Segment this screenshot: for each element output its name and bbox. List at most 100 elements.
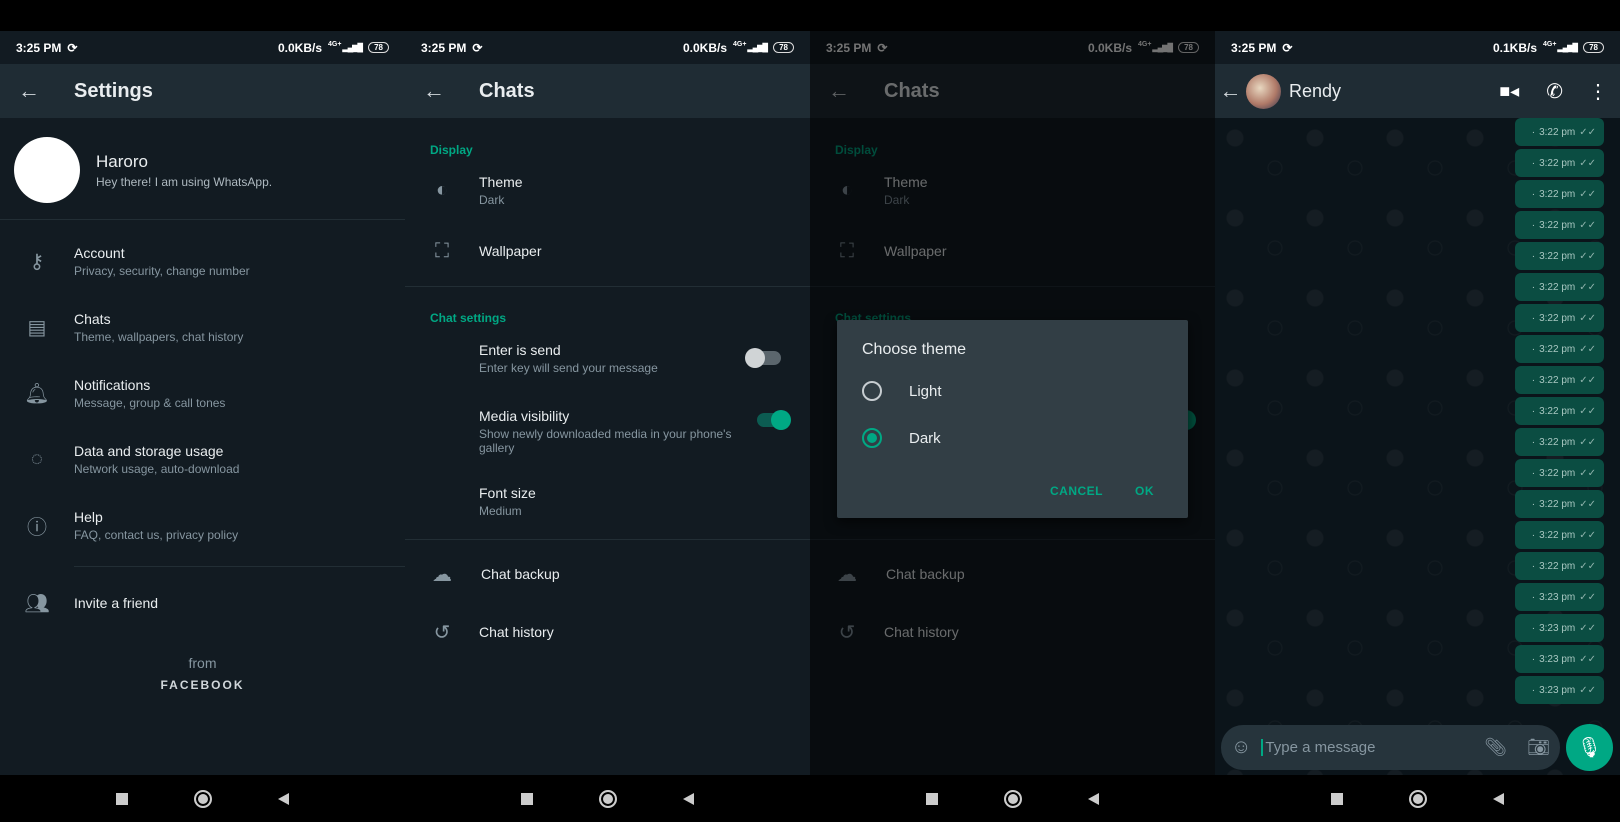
message-bubble[interactable]: · 3:22 pm ✓✓ — [1515, 242, 1604, 270]
theme-setting[interactable]: ◐ Theme Dark — [405, 161, 810, 219]
enter-is-send-setting[interactable]: Enter is send Enter key will send your me… — [405, 329, 810, 387]
settings-item-notifications[interactable]: 🔔︎ Notifications Message, group & call ton… — [0, 364, 405, 422]
profile-row[interactable]: Haroro Hey there! I am using WhatsApp. — [14, 137, 272, 203]
message-bubble[interactable]: · 3:22 pm ✓✓ — [1515, 459, 1604, 487]
settings-item-chats[interactable]: ▤ Chats Theme, wallpapers, chat history — [0, 298, 405, 356]
enter-is-send-toggle[interactable] — [745, 348, 781, 368]
page-title: Chats — [479, 79, 535, 102]
recents-icon[interactable] — [926, 792, 938, 805]
message-bubble[interactable]: · 3:22 pm ✓✓ — [1515, 428, 1604, 456]
recents-icon[interactable] — [116, 792, 128, 805]
wallpaper-setting[interactable]: ⛶ Wallpaper — [405, 222, 810, 280]
message-bubble[interactable]: · 3:22 pm ✓✓ — [1515, 180, 1604, 208]
contact-avatar[interactable] — [1246, 73, 1281, 109]
double-check-icon: ✓✓ — [1579, 591, 1596, 603]
message-bubble[interactable]: · 3:23 pm ✓✓ — [1515, 583, 1604, 611]
theme-option-dark[interactable]: Dark — [862, 428, 941, 448]
back-arrow-icon[interactable]: ← — [1215, 78, 1246, 104]
nav-bar — [810, 775, 1215, 822]
back-nav-icon[interactable] — [1493, 792, 1504, 805]
chat-area[interactable]: · 3:22 pm ✓✓ · 3:22 pm ✓✓ · 3:22 pm ✓✓ · 3:22 pm ✓✓… — [1215, 118, 1620, 775]
settings-item-data-storage[interactable]: ◌ Data and storage usage Network usage, au… — [0, 430, 405, 488]
message-bubble[interactable]: · 3:23 pm ✓✓ — [1515, 645, 1604, 673]
choose-theme-dialog: Choose theme Light Dark CANCEL OK — [837, 320, 1188, 518]
emoji-icon[interactable]: ☺ — [1231, 736, 1251, 759]
more-options-icon[interactable]: ⋮ — [1588, 79, 1608, 104]
home-icon[interactable] — [1409, 789, 1427, 808]
message-text: · — [1531, 436, 1536, 448]
message-bubble[interactable]: · 3:22 pm ✓✓ — [1515, 211, 1604, 239]
media-visibility-setting[interactable]: Media visibility Show newly downloaded me… — [405, 397, 810, 465]
video-call-icon[interactable]: ■◂ — [1499, 81, 1519, 102]
item-subtitle: Privacy, security, change number — [74, 263, 250, 278]
message-bubble[interactable]: · 3:22 pm ✓✓ — [1515, 335, 1604, 363]
double-check-icon: ✓✓ — [1579, 467, 1596, 479]
phone-icon[interactable]: ✆ — [1546, 79, 1563, 104]
item-subtitle: Network usage, auto-download — [74, 461, 240, 476]
message-input[interactable] — [1261, 739, 1485, 756]
contact-name[interactable]: Rendy — [1289, 81, 1499, 102]
message-text: · — [1531, 250, 1536, 262]
mic-button[interactable]: 🎙︎ — [1566, 724, 1613, 771]
home-icon[interactable] — [599, 789, 617, 808]
avatar[interactable] — [14, 137, 80, 203]
message-time: 3:22 pm — [1539, 436, 1576, 448]
recents-icon[interactable] — [1331, 792, 1343, 805]
recents-icon[interactable] — [521, 792, 533, 805]
double-check-icon: ✓✓ — [1579, 684, 1596, 696]
chat-history-setting[interactable]: ↺ Chat history — [405, 603, 810, 661]
message-bubble[interactable]: · 3:22 pm ✓✓ — [1515, 490, 1604, 518]
camera-icon[interactable]: 📷︎ — [1527, 737, 1550, 758]
message-bubble[interactable]: · 3:22 pm ✓✓ — [1515, 397, 1604, 425]
network-type: 4G+ — [733, 41, 747, 48]
item-subtitle: Enter key will send your message — [479, 360, 658, 375]
message-bubble[interactable]: · 3:22 pm ✓✓ — [1515, 366, 1604, 394]
settings-item-account[interactable]: ⚷ Account Privacy, security, change number — [0, 232, 405, 290]
back-nav-icon[interactable] — [278, 792, 289, 805]
message-bubble[interactable]: · 3:22 pm ✓✓ — [1515, 521, 1604, 549]
back-nav-icon[interactable] — [1088, 792, 1099, 805]
message-bubble[interactable]: · 3:23 pm ✓✓ — [1515, 676, 1604, 704]
message-bubble[interactable]: · 3:22 pm ✓✓ — [1515, 149, 1604, 177]
attach-icon[interactable]: 📎︎ — [1484, 737, 1507, 758]
ok-button[interactable]: OK — [1135, 484, 1154, 498]
home-icon[interactable] — [1004, 789, 1022, 808]
facebook-logo: FACEBOOK — [160, 678, 245, 692]
message-text: · — [1531, 560, 1536, 572]
message-time: 3:22 pm — [1539, 219, 1576, 231]
message-time: 3:22 pm — [1539, 312, 1576, 324]
signal-icon: 4G+▂▄▆█ — [1543, 41, 1578, 52]
settings-screen: 3:25 PM ⟳ 0.0KB/s 4G+ ▂▄▆█ 78 ← Settings Haror… — [0, 0, 405, 822]
theme-option-light[interactable]: Light — [862, 381, 942, 401]
profile-status: Hey there! I am using WhatsApp. — [96, 174, 273, 189]
settings-item-help[interactable]: ⓘ Help FAQ, contact us, privacy policy — [0, 496, 405, 554]
media-visibility-toggle[interactable] — [757, 410, 791, 430]
section-chat-settings: Chat settings — [430, 311, 507, 325]
message-time: 3:22 pm — [1539, 498, 1576, 510]
message-text: · — [1531, 219, 1536, 231]
message-bubble[interactable]: · 3:22 pm ✓✓ — [1515, 118, 1604, 146]
radio-checked-icon[interactable] — [862, 428, 882, 448]
back-arrow-icon[interactable]: ← — [0, 78, 58, 104]
back-arrow-icon[interactable]: ← — [405, 78, 463, 104]
message-composer: ☺ 📎︎ 📷︎ — [1221, 725, 1560, 770]
chat-backup-setting[interactable]: ☁ Chat backup — [405, 545, 810, 603]
message-bubble[interactable]: · 3:22 pm ✓✓ — [1515, 304, 1604, 332]
net-speed: 0.0KB/s — [277, 40, 323, 55]
sync-icon: ⟳ — [67, 40, 78, 55]
message-text: · — [1531, 529, 1536, 541]
radio-unchecked-icon[interactable] — [862, 381, 882, 401]
font-size-setting[interactable]: Font size Medium — [405, 472, 810, 530]
home-icon[interactable] — [194, 789, 212, 808]
invite-friend[interactable]: 👥︎ Invite a friend — [0, 574, 405, 632]
network-type: 4G+ — [328, 41, 342, 48]
double-check-icon: ✓✓ — [1579, 560, 1596, 572]
cancel-button[interactable]: CANCEL — [1050, 484, 1103, 498]
option-label: Light — [909, 382, 942, 400]
message-bubble[interactable]: · 3:23 pm ✓✓ — [1515, 614, 1604, 642]
message-bubble[interactable]: · 3:22 pm ✓✓ — [1515, 273, 1604, 301]
double-check-icon: ✓✓ — [1579, 374, 1596, 386]
message-time: 3:22 pm — [1539, 250, 1576, 262]
back-nav-icon[interactable] — [683, 792, 694, 805]
message-bubble[interactable]: · 3:22 pm ✓✓ — [1515, 552, 1604, 580]
